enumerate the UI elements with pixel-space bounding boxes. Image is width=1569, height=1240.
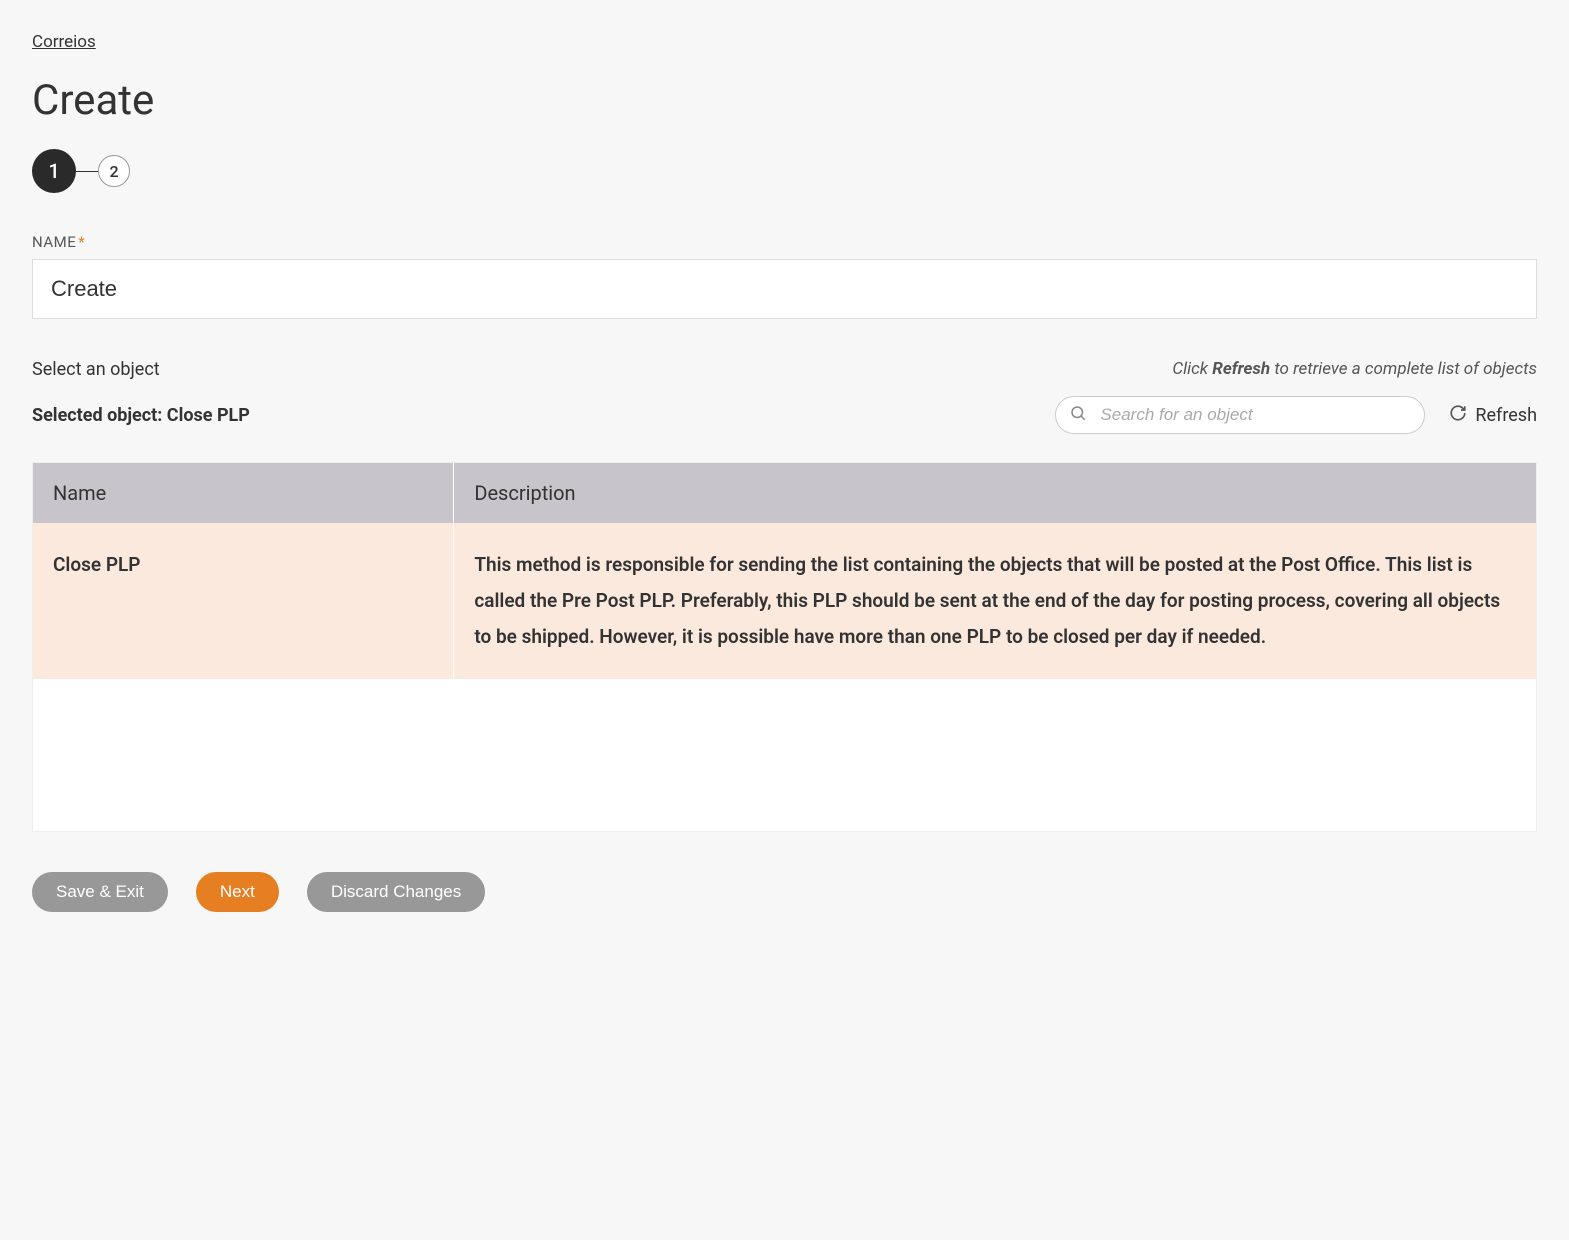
breadcrumb-link[interactable]: Correios <box>32 32 96 52</box>
next-button[interactable]: Next <box>196 872 279 912</box>
refresh-label: Refresh <box>1475 405 1537 426</box>
row-name: Close PLP <box>33 523 454 679</box>
selected-prefix: Selected object: <box>32 405 167 426</box>
name-input[interactable] <box>32 259 1537 319</box>
step-1[interactable]: 1 <box>32 149 76 193</box>
refresh-hint: Click Refresh to retrieve a complete lis… <box>1172 359 1537 379</box>
select-object-label: Select an object <box>32 359 160 380</box>
object-table-container: Name Description Close PLP This method i… <box>32 462 1537 832</box>
selected-object-text: Selected object: Close PLP <box>32 405 250 426</box>
step-connector <box>76 171 98 172</box>
object-table: Name Description Close PLP This method i… <box>33 463 1536 679</box>
save-exit-button[interactable]: Save & Exit <box>32 872 168 912</box>
table-row[interactable]: Close PLP This method is responsible for… <box>33 523 1536 679</box>
search-wrap <box>1055 396 1425 434</box>
hint-prefix: Click <box>1172 359 1212 379</box>
search-icon <box>1069 404 1087 426</box>
hint-bold: Refresh <box>1212 359 1270 379</box>
stepper: 1 2 <box>32 149 1537 193</box>
page-title: Create <box>32 76 1537 125</box>
refresh-button[interactable]: Refresh <box>1449 404 1537 427</box>
search-input[interactable] <box>1055 396 1425 434</box>
name-label-text: NAME <box>32 233 76 251</box>
selected-value: Close PLP <box>167 405 250 426</box>
refresh-icon <box>1449 404 1467 427</box>
button-row: Save & Exit Next Discard Changes <box>32 872 1537 912</box>
row-description: This method is responsible for sending t… <box>454 523 1536 679</box>
hint-suffix: to retrieve a complete list of objects <box>1270 359 1537 379</box>
name-field-label: NAME* <box>32 233 1537 251</box>
step-2[interactable]: 2 <box>98 155 130 187</box>
required-mark: * <box>78 233 85 251</box>
table-header-name[interactable]: Name <box>33 463 454 523</box>
table-header-description[interactable]: Description <box>454 463 1536 523</box>
table-header-row: Name Description <box>33 463 1536 523</box>
discard-changes-button[interactable]: Discard Changes <box>307 872 485 912</box>
